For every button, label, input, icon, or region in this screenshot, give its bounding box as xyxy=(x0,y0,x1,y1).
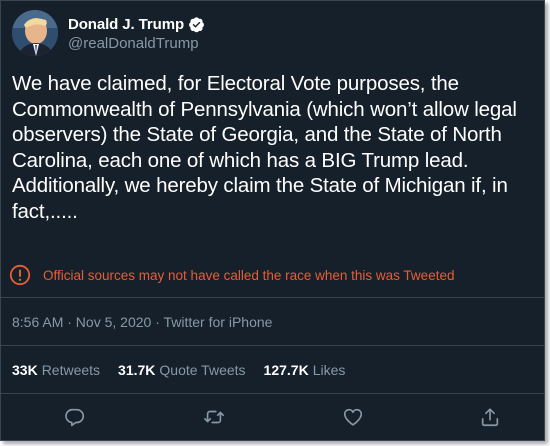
divider xyxy=(1,393,544,394)
quote-tweets-stat[interactable]: 31.7K Quote Tweets xyxy=(118,362,246,378)
stat-label: Likes xyxy=(312,362,346,378)
avatar[interactable] xyxy=(12,10,58,56)
verified-badge-icon xyxy=(188,16,205,33)
divider xyxy=(1,345,544,346)
tweet-card: Donald J. Trump @realDonaldTrump We have… xyxy=(0,0,545,441)
tweet-text: We have claimed, for Electoral Vote purp… xyxy=(12,72,517,223)
stat-count: 33K xyxy=(12,362,38,378)
retweet-icon[interactable] xyxy=(203,406,225,428)
stat-label: Retweets xyxy=(41,362,101,378)
stat-label: Quote Tweets xyxy=(159,362,246,378)
action-bar xyxy=(1,406,544,430)
heart-icon[interactable] xyxy=(342,406,364,428)
display-name[interactable]: Donald J. Trump xyxy=(68,16,184,33)
election-notice[interactable]: Official sources may not have called the… xyxy=(9,264,454,286)
tweet-timestamp[interactable]: 8:56 AM · Nov 5, 2020 · Twitter for iPho… xyxy=(12,314,272,330)
tweet-stats: 33K Retweets 31.7K Quote Tweets 127.7K L… xyxy=(12,362,363,378)
author-names: Donald J. Trump @realDonaldTrump xyxy=(68,14,205,52)
name-row: Donald J. Trump xyxy=(68,14,205,34)
alert-circle-icon xyxy=(9,264,31,286)
likes-stat[interactable]: 127.7K Likes xyxy=(264,362,346,378)
reply-icon[interactable] xyxy=(64,406,86,428)
notice-text: Official sources may not have called the… xyxy=(43,267,455,283)
handle[interactable]: @realDonaldTrump xyxy=(68,35,205,52)
tweet-header: Donald J. Trump @realDonaldTrump xyxy=(12,9,205,57)
stat-count: 127.7K xyxy=(263,362,309,378)
divider xyxy=(1,297,544,298)
stat-count: 31.7K xyxy=(118,362,156,378)
retweets-stat[interactable]: 33K Retweets xyxy=(12,362,100,378)
share-icon[interactable] xyxy=(479,406,501,428)
